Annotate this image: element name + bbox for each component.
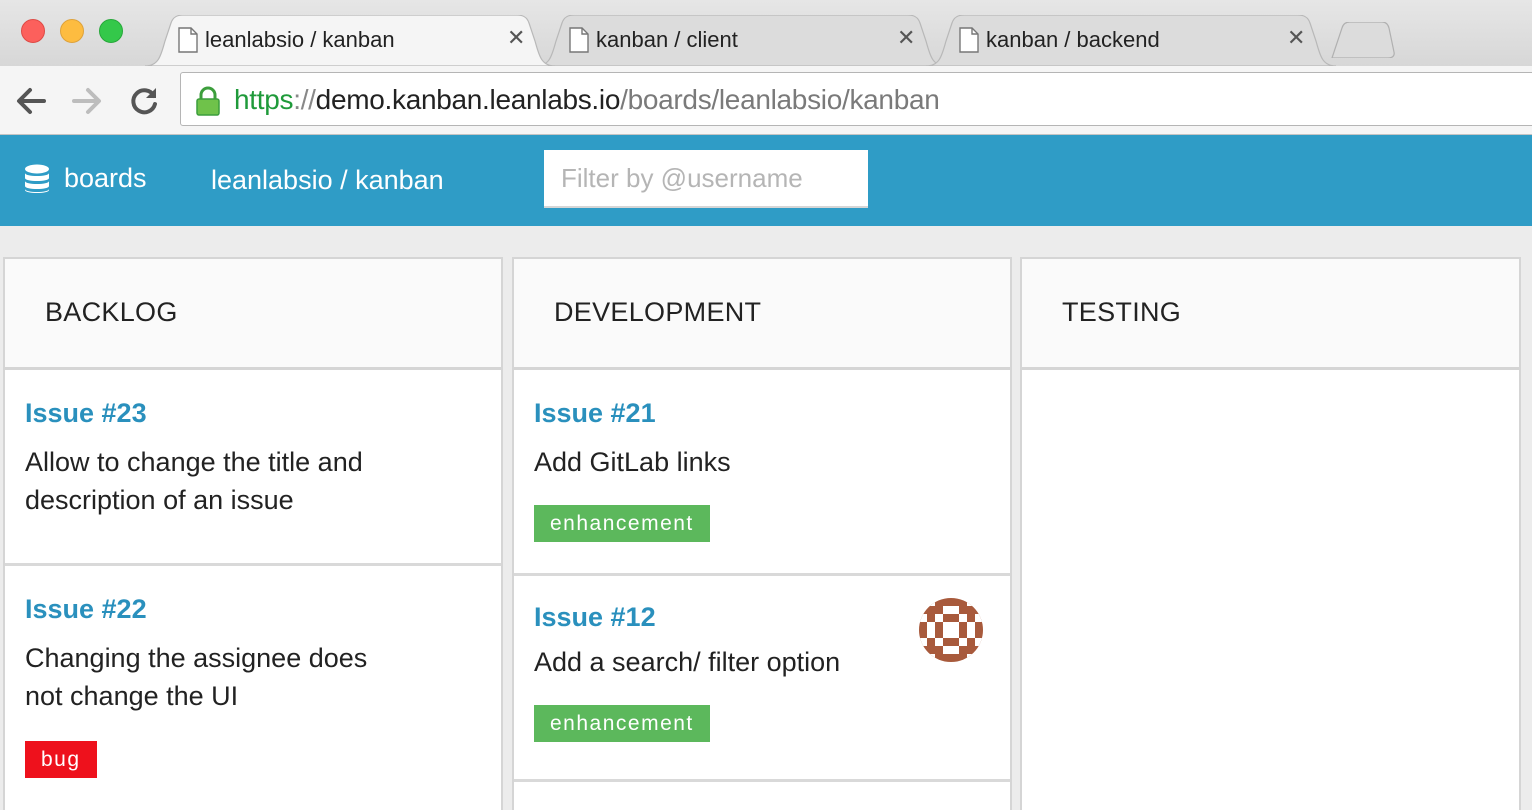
lock-icon xyxy=(195,86,221,121)
page-icon xyxy=(959,27,979,58)
address-bar[interactable]: https://demo.kanban.leanlabs.io/boards/l… xyxy=(180,72,1532,126)
database-icon xyxy=(25,164,49,193)
tab-title: leanlabsio / kanban xyxy=(205,27,395,52)
tab-title: kanban / backend xyxy=(986,27,1160,52)
url-text: https://demo.kanban.leanlabs.io/boards/l… xyxy=(234,84,940,116)
back-button[interactable] xyxy=(14,84,48,118)
bug-label[interactable]: bug xyxy=(25,741,97,778)
assignee-avatar[interactable] xyxy=(919,598,983,662)
url-host: demo.kanban.leanlabs.io xyxy=(315,84,621,115)
boards-label: boards xyxy=(64,163,147,193)
column-title: DEVELOPMENT xyxy=(554,297,762,327)
reload-icon xyxy=(131,88,157,115)
url-path: /boards/leanlabsio/kanban xyxy=(620,84,940,115)
boards-link[interactable]: boards xyxy=(24,163,147,194)
enhancement-label[interactable]: enhancement xyxy=(534,705,710,742)
issue-link[interactable]: Issue #21 xyxy=(534,398,990,429)
new-tab-button[interactable] xyxy=(1328,21,1398,63)
issue-link[interactable]: Issue #23 xyxy=(25,398,481,429)
browser-tab-1[interactable]: leanlabsio / kanban ✕ xyxy=(145,15,555,66)
column-header: TESTING xyxy=(1022,259,1519,370)
column-testing: TESTING xyxy=(1020,257,1521,810)
close-window-button[interactable] xyxy=(21,19,45,43)
issue-card[interactable]: Issue #12 Add a search/ filter option en… xyxy=(514,576,1010,782)
url-separator: :// xyxy=(293,84,316,115)
column-title: TESTING xyxy=(1062,297,1182,327)
issue-title: Changing the assignee does not change th… xyxy=(25,643,368,711)
issue-card[interactable]: Issue #23 Allow to change the title and … xyxy=(5,370,501,566)
breadcrumb[interactable]: leanlabsio / kanban xyxy=(211,165,444,196)
issue-title: Allow to change the title and descriptio… xyxy=(25,447,363,515)
page-icon xyxy=(569,27,589,58)
pattern-avatar-icon xyxy=(919,598,983,662)
issue-card[interactable]: Issue #21 Add GitLab links enhancement xyxy=(514,370,1010,576)
issue-card[interactable]: Issue #22 Changing the assignee does not… xyxy=(5,566,501,810)
page-icon xyxy=(178,27,198,58)
browser-tab-2[interactable]: kanban / client ✕ xyxy=(536,15,946,66)
column-title: BACKLOG xyxy=(45,297,178,327)
maximize-window-button[interactable] xyxy=(99,19,123,43)
close-tab-icon[interactable]: ✕ xyxy=(897,25,915,51)
browser-tab-bar: leanlabsio / kanban ✕ kanban / client ✕ … xyxy=(0,0,1532,66)
column-development: DEVELOPMENT Issue #21 Add GitLab links e… xyxy=(512,257,1012,810)
column-header: BACKLOG xyxy=(5,259,501,370)
minimize-window-button[interactable] xyxy=(60,19,84,43)
browser-tab-3[interactable]: kanban / backend ✕ xyxy=(926,15,1336,66)
column-header: DEVELOPMENT xyxy=(514,259,1010,370)
close-tab-icon[interactable]: ✕ xyxy=(507,25,525,51)
enhancement-label[interactable]: enhancement xyxy=(534,505,710,542)
forward-arrow-icon xyxy=(72,88,101,114)
browser-toolbar: https://demo.kanban.leanlabs.io/boards/l… xyxy=(0,66,1532,135)
forward-button[interactable] xyxy=(70,84,104,118)
tab-title: kanban / client xyxy=(596,27,738,52)
close-tab-icon[interactable]: ✕ xyxy=(1287,25,1305,51)
issue-title: Add a search/ filter option xyxy=(534,647,841,677)
username-filter-input[interactable] xyxy=(544,150,868,208)
app-header: boards leanlabsio / kanban xyxy=(0,135,1532,226)
issue-title: Add GitLab links xyxy=(534,447,731,477)
issue-link[interactable]: Issue #22 xyxy=(25,594,481,625)
back-arrow-icon xyxy=(17,88,46,114)
column-backlog: BACKLOG Issue #23 Allow to change the ti… xyxy=(3,257,503,810)
url-scheme: https xyxy=(234,84,294,115)
reload-button[interactable] xyxy=(127,84,161,118)
